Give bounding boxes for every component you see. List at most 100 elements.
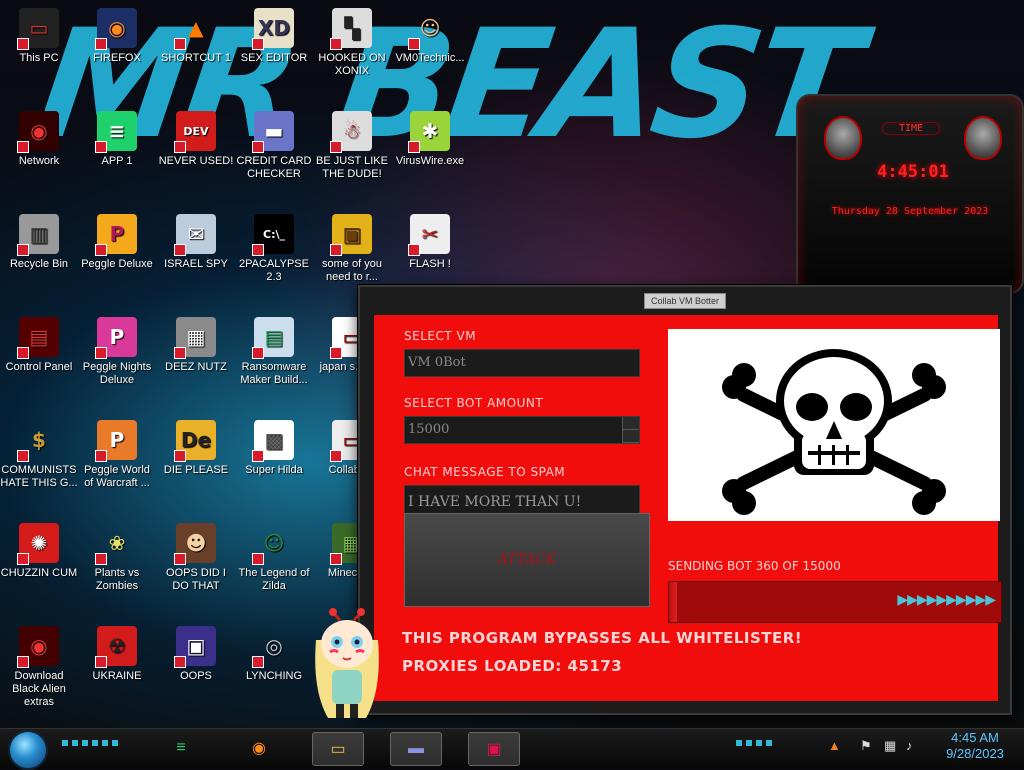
select-vm-field[interactable]: VM 0Bot bbox=[404, 349, 640, 377]
bot-amount-stepper[interactable]: 15000 bbox=[404, 416, 640, 444]
desktop-icon[interactable]: ✱ VirusWire.exe bbox=[391, 103, 469, 203]
desktop-icon-label: CREDIT CARD CHECKER bbox=[236, 155, 312, 180]
shortcut-arrow-icon bbox=[408, 141, 420, 153]
desktop-icon[interactable]: ☺ VM0Technic... bbox=[391, 0, 469, 100]
taskbar-decoration bbox=[62, 740, 118, 746]
desktop-icon[interactable]: ▦ DEEZ NUTZ bbox=[157, 309, 235, 409]
desktop-icon-label: Super Hilda bbox=[245, 464, 303, 476]
desktop-icon-label: some of you need to r... bbox=[322, 258, 382, 283]
desktop-icon[interactable]: ▩ Super Hilda bbox=[235, 412, 313, 512]
desktop-icon-label: OOPS DID I DO THAT bbox=[166, 567, 226, 592]
desktop-icon[interactable]: ▣ OOPS bbox=[157, 618, 235, 718]
desktop-icon[interactable]: C:\_ 2PACALYPSE 2.3 bbox=[235, 206, 313, 306]
shortcut-arrow-icon bbox=[174, 141, 186, 153]
skull-and-crossbones-icon bbox=[722, 349, 946, 515]
character-icon bbox=[315, 608, 379, 718]
network-icon[interactable]: ▦ bbox=[884, 738, 896, 754]
desktop-icon-image: ☃ bbox=[330, 111, 372, 153]
desktop-icon-label: Ransomware Maker Build... bbox=[240, 361, 308, 386]
desktop-icon[interactable]: DEV NEVER USED! bbox=[157, 103, 235, 203]
desktop-icon-label: UKRAINE bbox=[92, 670, 142, 682]
desktop-icon[interactable]: ▥ Recycle Bin bbox=[0, 206, 78, 306]
shortcut-arrow-icon bbox=[330, 450, 342, 462]
desktop-icon[interactable]: ▲ SHORTCUT 1 bbox=[157, 0, 235, 100]
tray-flag-icon[interactable]: ⚑ bbox=[860, 738, 872, 754]
desktop-icon[interactable]: XD SEX EDITOR bbox=[235, 0, 313, 100]
clock-widget: TIME 4:45:01 Thursday 28 September 2023 bbox=[796, 94, 1024, 294]
window-taskbar-icon[interactable]: ▬ bbox=[390, 732, 442, 766]
cartoon-character-sticker bbox=[308, 600, 386, 722]
desktop-icon[interactable]: ◉ FIREFOX bbox=[78, 0, 156, 100]
desktop-icon-image: ▤ bbox=[252, 317, 294, 359]
collabvm-taskbar-icon[interactable]: ▣ bbox=[468, 732, 520, 766]
desktop-icon-image: ▩ bbox=[252, 420, 294, 462]
desktop-icon[interactable]: ≡ APP 1 bbox=[78, 103, 156, 203]
clock-time: 4:45:01 bbox=[877, 162, 949, 182]
taskbar-clock[interactable]: 4:45 AM 9/28/2023 bbox=[930, 730, 1020, 762]
desktop-icon[interactable]: P Peggle Nights Deluxe bbox=[78, 309, 156, 409]
desktop-icon[interactable]: ☃ BE JUST LIKE THE DUDE! bbox=[313, 103, 391, 203]
desktop-icon[interactable]: ☺ The Legend of Zilda bbox=[235, 515, 313, 615]
desktop-icon-label: Download Black Alien extras bbox=[12, 670, 66, 708]
desktop-icon-image: De bbox=[174, 420, 216, 462]
tray-app-icon[interactable]: ▲ bbox=[828, 738, 841, 753]
shortcut-arrow-icon bbox=[95, 244, 107, 256]
desktop-icon[interactable]: ▬ CREDIT CARD CHECKER bbox=[235, 103, 313, 203]
file-explorer-taskbar-icon[interactable]: ▭ bbox=[312, 732, 364, 766]
desktop-icon[interactable]: P Peggle Deluxe bbox=[78, 206, 156, 306]
bot-amount-value: 15000 bbox=[408, 422, 450, 437]
attack-button[interactable]: ATTACK bbox=[404, 513, 650, 607]
desktop-icon[interactable]: ☻ OOPS DID I DO THAT bbox=[157, 515, 235, 615]
desktop-icon[interactable]: ◎ LYNCHING bbox=[235, 618, 313, 718]
skull-image bbox=[668, 329, 1000, 521]
window-titlebar[interactable]: Collab VM Botter bbox=[360, 287, 1010, 313]
desktop-icon[interactable]: ▤ Ransomware Maker Build... bbox=[235, 309, 313, 409]
desktop-icon[interactable]: ▤ Control Panel bbox=[0, 309, 78, 409]
desktop-icon-label: SHORTCUT 1 bbox=[161, 52, 231, 64]
desktop-icon[interactable]: ▚ HOOKED ON XONIX bbox=[313, 0, 391, 100]
start-button[interactable] bbox=[8, 730, 48, 770]
shortcut-arrow-icon bbox=[252, 347, 264, 359]
desktop-icon[interactable]: $ COMMUNISTS HATE THIS G... bbox=[0, 412, 78, 512]
desktop-icon[interactable]: De DIE PLEASE bbox=[157, 412, 235, 512]
desktop-icon-label: SEX EDITOR bbox=[240, 52, 308, 64]
clock-date: Thursday 28 September 2023 bbox=[831, 206, 989, 217]
shortcut-arrow-icon bbox=[252, 553, 264, 565]
shortcut-arrow-icon bbox=[252, 141, 264, 153]
chat-message-label: CHAT MESSAGE TO SPAM bbox=[404, 465, 566, 479]
desktop-icon[interactable]: ❀ Plants vs Zombies bbox=[78, 515, 156, 615]
desktop-icon[interactable]: P Peggle World of Warcraft ... bbox=[78, 412, 156, 512]
shortcut-arrow-icon bbox=[17, 656, 29, 668]
volume-icon[interactable]: ♪ bbox=[906, 738, 913, 753]
desktop-icon-image: ▥ bbox=[17, 214, 59, 256]
shortcut-arrow-icon bbox=[174, 38, 186, 50]
desktop-icon-image: ▦ bbox=[174, 317, 216, 359]
taskbar-app-icon[interactable]: ≡ bbox=[156, 732, 206, 764]
desktop-icon-label: OOPS bbox=[180, 670, 212, 682]
shortcut-arrow-icon bbox=[330, 244, 342, 256]
desktop-icon[interactable]: ☢ UKRAINE bbox=[78, 618, 156, 718]
firefox-taskbar-icon[interactable]: ◉ bbox=[234, 732, 284, 764]
shortcut-arrow-icon bbox=[174, 656, 186, 668]
desktop-icon-image: ▲ bbox=[174, 8, 216, 50]
clock-title: TIME bbox=[882, 122, 940, 135]
desktop-icon[interactable]: ▭ This PC bbox=[0, 0, 78, 100]
desktop-icon-label: Control Panel bbox=[5, 361, 73, 373]
desktop-icon-image: P bbox=[95, 214, 137, 256]
desktop-icon[interactable]: ◉ Download Black Alien extras bbox=[0, 618, 78, 718]
desktop-icon-label: FLASH ! bbox=[409, 258, 451, 270]
desktop-icon-image: XD bbox=[252, 8, 294, 50]
desktop-icon-label: NEVER USED! bbox=[158, 155, 234, 167]
stepper-arrows[interactable] bbox=[622, 417, 639, 443]
desktop-icon-label: LYNCHING bbox=[245, 670, 303, 682]
desktop-icon-image: DEV bbox=[174, 111, 216, 153]
desktop-icon-image: C:\_ bbox=[252, 214, 294, 256]
desktop-icon[interactable]: ◉ Network bbox=[0, 103, 78, 203]
desktop-icon-label: DEEZ NUTZ bbox=[165, 361, 227, 373]
desktop-icon-label: HOOKED ON XONIX bbox=[318, 52, 386, 77]
shortcut-arrow-icon bbox=[17, 141, 29, 153]
desktop-icon[interactable]: ✉ ISRAEL SPY bbox=[157, 206, 235, 306]
shortcut-arrow-icon bbox=[17, 553, 29, 565]
desktop-icon-image: ▣ bbox=[330, 214, 372, 256]
desktop-icon[interactable]: ✺ CHUZZIN CUM bbox=[0, 515, 78, 615]
